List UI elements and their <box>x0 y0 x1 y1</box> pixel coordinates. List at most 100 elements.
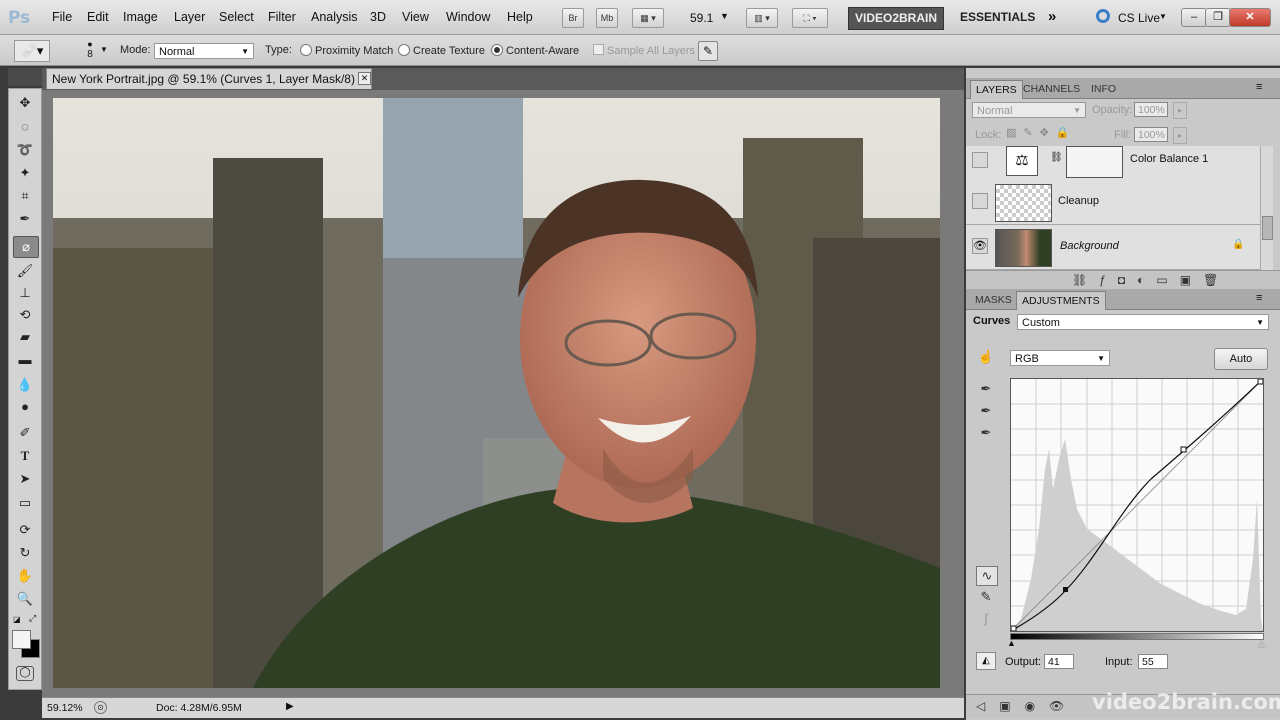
sample-all-layers-checkbox[interactable]: Sample All Layers <box>593 44 695 57</box>
swap-colors-icon[interactable]: ⤢ <box>29 613 36 624</box>
curve-endpoint-white[interactable] <box>1257 378 1264 385</box>
path-selection-tool-icon[interactable]: ➤ <box>13 469 37 489</box>
tab-channels[interactable]: CHANNELS <box>1018 80 1085 98</box>
white-point-eyedropper-icon[interactable]: ✒ <box>976 424 996 442</box>
status-info-icon[interactable]: ⊙ <box>94 701 107 714</box>
auto-button[interactable]: Auto <box>1214 348 1268 370</box>
menu-help[interactable]: Help <box>507 10 533 24</box>
more-workspaces-icon[interactable]: » <box>1048 8 1056 25</box>
tab-adjustments[interactable]: ADJUSTMENTS <box>1016 291 1106 310</box>
marquee-tool-icon[interactable]: ◌ <box>13 117 37 137</box>
layers-panel-menu-icon[interactable]: ≡ <box>1256 81 1262 93</box>
arrange-documents-button[interactable]: ▥ ▾ <box>746 8 778 28</box>
lock-options-icons[interactable]: ▨✎✥🔒 <box>1006 126 1077 139</box>
radio-create-texture[interactable] <box>398 44 410 56</box>
workspace-essentials[interactable]: ESSENTIALS <box>952 7 1043 28</box>
cs-live-menu[interactable]: CS Live <box>1118 11 1160 25</box>
menu-edit[interactable]: Edit <box>87 10 109 24</box>
curves-graph[interactable] <box>1010 378 1264 632</box>
type-proximity-match[interactable]: Proximity Match <box>300 44 393 57</box>
curves-preset-select[interactable]: Custom ▼ <box>1017 314 1269 330</box>
tool-preset-picker[interactable]: 🩹▾ <box>14 40 50 62</box>
restore-icon[interactable]: ❐ <box>1205 8 1231 27</box>
black-point-eyedropper-icon[interactable]: ✒ <box>976 380 996 398</box>
blend-mode-select[interactable]: Normal ▼ <box>972 102 1086 118</box>
layers-scrollbar-thumb[interactable] <box>1262 216 1273 240</box>
eyedropper-tool-icon[interactable]: ✒ <box>13 209 37 229</box>
layer-row-background[interactable]: 👁 Background 🔒 <box>966 225 1260 270</box>
quick-mask-icon[interactable]: ◯ <box>16 666 34 681</box>
radio-content-aware[interactable] <box>491 44 503 56</box>
bridge-button[interactable]: Br <box>562 8 584 28</box>
quick-selection-tool-icon[interactable]: ✦ <box>13 163 37 183</box>
blur-tool-icon[interactable]: 💧 <box>13 375 37 395</box>
type-tool-icon[interactable]: T <box>13 446 37 466</box>
menu-select[interactable]: Select <box>219 10 254 24</box>
tab-masks[interactable]: MASKS <box>970 291 1017 309</box>
portrait-photo[interactable] <box>53 98 940 688</box>
tab-info[interactable]: INFO <box>1086 80 1121 98</box>
curve-pencil-tool-icon[interactable]: ✎ <box>976 588 996 606</box>
output-field[interactable]: 41 <box>1044 654 1074 669</box>
curve-point-selected[interactable] <box>1063 587 1068 592</box>
radio-proximity[interactable] <box>300 44 312 56</box>
menu-filter[interactable]: Filter <box>268 10 296 24</box>
curve-point-tool-icon[interactable]: ∿ <box>976 566 998 586</box>
layer-visibility-toggle[interactable] <box>972 193 988 209</box>
adjustment-footer-icons[interactable]: ◁▣◉👁 <box>976 699 1078 713</box>
3d-rotate-tool-icon[interactable]: ⟳ <box>13 520 37 540</box>
gradient-tool-icon[interactable]: ▬ <box>13 350 37 370</box>
zoom-tool-icon[interactable]: 🔍 <box>13 589 37 609</box>
on-image-adjust-icon[interactable]: ☝ <box>976 348 996 366</box>
pressure-size-icon[interactable]: ✎ <box>698 41 718 61</box>
fill-field[interactable]: 100% <box>1134 127 1168 142</box>
zoom-level[interactable]: 59.1 <box>690 11 713 25</box>
status-menu-arrow-icon[interactable]: ▶ <box>286 701 294 712</box>
dodge-tool-icon[interactable]: ● <box>13 397 37 417</box>
tab-layers[interactable]: LAYERS <box>970 80 1023 99</box>
smooth-curve-icon[interactable]: ʃ <box>976 610 996 628</box>
3d-orbit-tool-icon[interactable]: ↻ <box>13 543 37 563</box>
screen-mode-button[interactable]: ⛶ ▾ <box>792 8 828 28</box>
eraser-tool-icon[interactable]: ▰ <box>13 327 37 347</box>
menu-layer[interactable]: Layer <box>174 10 205 24</box>
white-point-slider-icon[interactable]: △ <box>1258 638 1265 649</box>
brush-dropdown-icon[interactable]: ▼ <box>100 45 108 54</box>
close-document-icon[interactable]: ✕ <box>358 72 371 85</box>
minimize-icon[interactable]: – <box>1181 8 1207 27</box>
layer-mask-thumbnail[interactable] <box>1066 146 1123 178</box>
mode-select[interactable]: Normal ▼ <box>154 43 254 59</box>
opacity-slider-arrow-icon[interactable]: ▸ <box>1173 102 1187 119</box>
menu-3d[interactable]: 3D <box>370 10 386 24</box>
menu-analysis[interactable]: Analysis <box>311 10 358 24</box>
menu-view[interactable]: View <box>402 10 429 24</box>
opacity-field[interactable]: 100% <box>1134 102 1168 117</box>
layer-link-icon[interactable]: ⛓ <box>1050 152 1063 163</box>
clipping-display-icon[interactable]: ◭ <box>976 652 996 670</box>
fill-slider-arrow-icon[interactable]: ▸ <box>1173 127 1187 144</box>
pen-tool-icon[interactable]: ✐ <box>13 423 37 443</box>
history-brush-tool-icon[interactable]: ⟲ <box>13 305 37 325</box>
curve-endpoint-black[interactable] <box>1010 625 1017 632</box>
menu-image[interactable]: Image <box>123 10 158 24</box>
layer-visibility-toggle[interactable] <box>972 152 988 168</box>
brush-tool-icon[interactable]: 🖌 <box>13 261 37 281</box>
curve-point[interactable] <box>1180 446 1187 453</box>
eye-icon[interactable]: 👁 <box>972 238 988 254</box>
type-create-texture[interactable]: Create Texture <box>398 44 485 57</box>
cs-live-dropdown-icon[interactable]: ▼ <box>1159 12 1167 21</box>
black-point-slider-icon[interactable]: ▲ <box>1007 638 1016 648</box>
zoom-status[interactable]: 59.12% <box>47 702 83 714</box>
hand-tool-icon[interactable]: ✋ <box>13 566 37 586</box>
default-colors-icon[interactable]: ◪ <box>13 615 22 624</box>
layer-actions-icons[interactable]: ⛓ƒ◘◐▭▣🗑 <box>1072 273 1230 287</box>
gray-point-eyedropper-icon[interactable]: ✒ <box>976 402 996 420</box>
layer-row-color-balance[interactable]: ⚖ ⛓ Color Balance 1 <box>966 146 1260 181</box>
spot-healing-brush-tool-icon[interactable]: ⌀ <box>13 236 39 258</box>
zoom-dropdown-icon[interactable]: ▼ <box>720 11 729 21</box>
foreground-color-swatch[interactable] <box>12 630 31 649</box>
move-tool-icon[interactable]: ✥ <box>13 93 37 113</box>
layer-row-cleanup[interactable]: Cleanup <box>966 180 1260 225</box>
workspace-video2brain[interactable]: VIDEO2BRAIN <box>848 7 944 30</box>
document-tab[interactable]: New York Portrait.jpg @ 59.1% (Curves 1,… <box>46 68 372 89</box>
